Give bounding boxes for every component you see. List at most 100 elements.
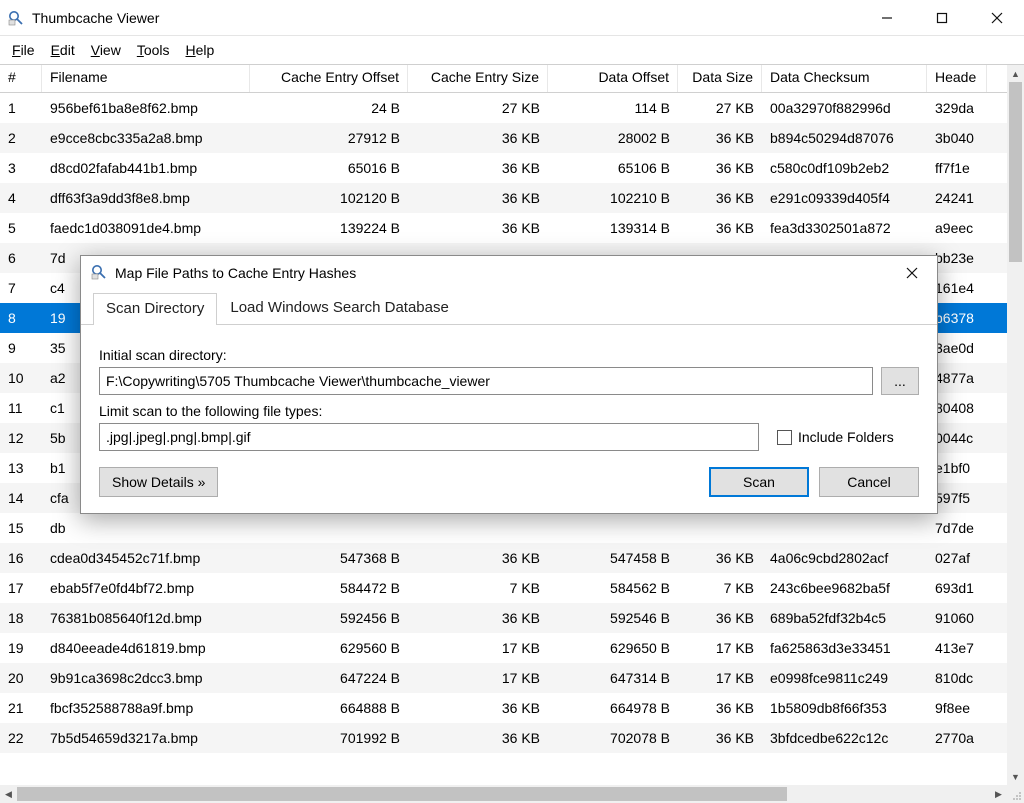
minimize-button[interactable]: [859, 0, 914, 35]
table-row[interactable]: 5faedc1d038091de4.bmp139224 B36 KB139314…: [0, 213, 1024, 243]
cell-filename: 9b91ca3698c2dcc3.bmp: [42, 666, 250, 690]
cell-data_offset: 139314 B: [548, 216, 678, 240]
column-header-data_checksum[interactable]: Data Checksum: [762, 65, 927, 92]
cell-cache_entry_size: 36 KB: [408, 126, 548, 150]
cell-data_checksum: 3bfdcedbe622c12c: [762, 726, 927, 750]
cell-data_offset: [548, 524, 678, 532]
cell-data_offset: 664978 B: [548, 696, 678, 720]
cell-data_checksum: 00a32970f882996d: [762, 96, 927, 120]
cancel-button[interactable]: Cancel: [819, 467, 919, 497]
show-details-button[interactable]: Show Details »: [99, 467, 218, 497]
cell-data_checksum: e291c09339d405f4: [762, 186, 927, 210]
cell-num: 17: [0, 576, 42, 600]
column-header-num[interactable]: #: [0, 65, 42, 92]
dialog-tabs: Scan Directory Load Windows Search Datab…: [81, 292, 937, 325]
cell-data_size: 36 KB: [678, 186, 762, 210]
cell-cache_entry_size: 17 KB: [408, 636, 548, 660]
cell-cache_entry_offset: 592456 B: [250, 606, 408, 630]
cell-data_offset: 547458 B: [548, 546, 678, 570]
table-row[interactable]: 209b91ca3698c2dcc3.bmp647224 B17 KB64731…: [0, 663, 1024, 693]
table-row[interactable]: 19d840eeade4d61819.bmp629560 B17 KB62965…: [0, 633, 1024, 663]
column-header-data_size[interactable]: Data Size: [678, 65, 762, 92]
cell-num: 18: [0, 606, 42, 630]
cell-num: 6: [0, 246, 42, 270]
titlebar: Thumbcache Viewer: [0, 0, 1024, 36]
tab-load-search-db[interactable]: Load Windows Search Database: [217, 292, 461, 324]
menu-view[interactable]: View: [83, 40, 129, 60]
cell-cache_entry_size: 36 KB: [408, 186, 548, 210]
scroll-left-icon[interactable]: ◀: [0, 785, 17, 803]
table-row[interactable]: 15db7d7de: [0, 513, 1024, 543]
horizontal-scrollbar[interactable]: ◀ ▶: [0, 785, 1007, 803]
cell-cache_entry_size: 36 KB: [408, 696, 548, 720]
table-row[interactable]: 17ebab5f7e0fd4bf72.bmp584472 B7 KB584562…: [0, 573, 1024, 603]
cell-filename: faedc1d038091de4.bmp: [42, 216, 250, 240]
table-row[interactable]: 3d8cd02fafab441b1.bmp65016 B36 KB65106 B…: [0, 153, 1024, 183]
scan-directory-label: Initial scan directory:: [99, 347, 919, 363]
file-types-input[interactable]: [99, 423, 759, 451]
cell-header_checksum: 329da: [927, 96, 987, 120]
app-icon: [8, 10, 24, 26]
tab-scan-directory[interactable]: Scan Directory: [93, 293, 217, 325]
maximize-button[interactable]: [914, 0, 969, 35]
table-row[interactable]: 16cdea0d345452c71f.bmp547368 B36 KB54745…: [0, 543, 1024, 573]
menu-file[interactable]: File: [4, 40, 43, 60]
table-row[interactable]: 1956bef61ba8e8f62.bmp24 B27 KB114 B27 KB…: [0, 93, 1024, 123]
menu-edit[interactable]: Edit: [43, 40, 83, 60]
horizontal-scroll-thumb[interactable]: [17, 787, 787, 801]
vertical-scrollbar[interactable]: ▲ ▼: [1007, 65, 1024, 785]
column-header-cache_entry_size[interactable]: Cache Entry Size: [408, 65, 548, 92]
cell-cache_entry_size: 7 KB: [408, 576, 548, 600]
cell-data_offset: 592546 B: [548, 606, 678, 630]
cell-data_size: 36 KB: [678, 156, 762, 180]
column-header-data_offset[interactable]: Data Offset: [548, 65, 678, 92]
cell-num: 3: [0, 156, 42, 180]
table-row[interactable]: 4dff63f3a9dd3f8e8.bmp102120 B36 KB102210…: [0, 183, 1024, 213]
cell-header_checksum: ff7f1e: [927, 156, 987, 180]
cell-cache_entry_offset: 584472 B: [250, 576, 408, 600]
cell-data_size: 36 KB: [678, 696, 762, 720]
scroll-right-icon[interactable]: ▶: [990, 785, 1007, 803]
cell-data_checksum: 689ba52fdf32b4c5: [762, 606, 927, 630]
dialog-title: Map File Paths to Cache Entry Hashes: [115, 265, 891, 281]
cell-cache_entry_offset: 647224 B: [250, 666, 408, 690]
include-folders-checkbox[interactable]: Include Folders: [777, 429, 894, 445]
cell-data_size: 7 KB: [678, 576, 762, 600]
vertical-scroll-thumb[interactable]: [1009, 82, 1022, 262]
cell-data_offset: 584562 B: [548, 576, 678, 600]
cell-num: 16: [0, 546, 42, 570]
cell-cache_entry_size: [408, 524, 548, 532]
cell-data_checksum: b894c50294d87076: [762, 126, 927, 150]
cell-cache_entry_offset: 24 B: [250, 96, 408, 120]
cell-data_checksum: [762, 524, 927, 532]
close-button[interactable]: [969, 0, 1024, 35]
column-header-cache_entry_offset[interactable]: Cache Entry Offset: [250, 65, 408, 92]
column-header-header_checksum[interactable]: Heade: [927, 65, 987, 92]
cell-data_size: 17 KB: [678, 636, 762, 660]
menu-help[interactable]: Help: [178, 40, 223, 60]
column-header-filename[interactable]: Filename: [42, 65, 250, 92]
cell-header_checksum: 027af: [927, 546, 987, 570]
table-row[interactable]: 1876381b085640f12d.bmp592456 B36 KB59254…: [0, 603, 1024, 633]
scan-directory-input[interactable]: [99, 367, 873, 395]
browse-button[interactable]: ...: [881, 367, 919, 395]
menu-tools[interactable]: Tools: [129, 40, 178, 60]
cell-cache_entry_size: 36 KB: [408, 156, 548, 180]
cell-data_checksum: 243c6bee9682ba5f: [762, 576, 927, 600]
checkbox-box-icon[interactable]: [777, 430, 792, 445]
cell-data_offset: 65106 B: [548, 156, 678, 180]
cell-cache_entry_offset: 664888 B: [250, 696, 408, 720]
resize-grip[interactable]: [1007, 785, 1024, 803]
cell-data_offset: 114 B: [548, 96, 678, 120]
scan-button[interactable]: Scan: [709, 467, 809, 497]
cell-num: 21: [0, 696, 42, 720]
cell-header_checksum: 9f8ee: [927, 696, 987, 720]
cell-data_size: 36 KB: [678, 216, 762, 240]
table-row[interactable]: 2e9cce8cbc335a2a8.bmp27912 B36 KB28002 B…: [0, 123, 1024, 153]
table-row[interactable]: 21fbcf352588788a9f.bmp664888 B36 KB66497…: [0, 693, 1024, 723]
table-row[interactable]: 227b5d54659d3217a.bmp701992 B36 KB702078…: [0, 723, 1024, 753]
dialog-close-button[interactable]: [891, 259, 933, 287]
scroll-down-icon[interactable]: ▼: [1007, 768, 1024, 785]
scroll-up-icon[interactable]: ▲: [1007, 65, 1024, 82]
cell-data_offset: 702078 B: [548, 726, 678, 750]
